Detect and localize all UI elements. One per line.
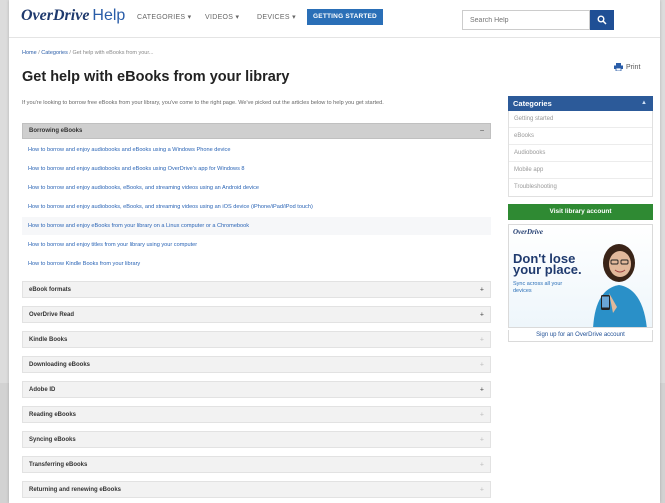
getting-started-button[interactable]: GETTING STARTED [307,9,383,25]
categories-header[interactable]: Categories ▲ [508,96,653,111]
expand-icon: + [479,361,484,368]
accordion-label: Reading eBooks [29,411,77,418]
categories-title: Categories [513,99,552,108]
expand-icon: + [479,436,484,443]
logo-help-text: Help [92,7,126,24]
category-item[interactable]: Audiobooks [509,145,652,162]
article-link[interactable]: How to borrow and enjoy audiobooks and e… [28,166,245,172]
print-label: Print [626,63,641,71]
accordion-label: Downloading eBooks [29,361,91,368]
article-link[interactable]: How to borrow Kindle Books from your lib… [28,261,140,267]
category-item[interactable]: Mobile app [509,162,652,179]
intro-text: If you're looking to borrow free eBooks … [22,100,384,106]
article-link[interactable]: How to borrow and enjoy audiobooks, eBoo… [28,204,313,210]
nav-devices[interactable]: DEVICES ▾ [257,13,296,21]
nav-videos[interactable]: VIDEOS ▾ [205,13,239,21]
accordion-label: OverDrive Read [29,311,75,318]
print-button[interactable]: Print [614,63,640,71]
accordion-label: Borrowing eBooks [29,128,83,134]
help-page: OverDrive Help CATEGORIES ▾ VIDEOS ▾ DEVI… [9,0,660,503]
signup-link[interactable]: Sign up for an OverDrive account [508,330,653,342]
accordion-label: Returning and renewing eBooks [29,486,122,493]
logo-brand: OverDrive [21,7,90,24]
collapse-icon: – [480,127,484,135]
article-link[interactable]: How to borrow and enjoy titles from your… [28,242,197,248]
accordion-kindle-books[interactable]: Kindle Books + [22,331,491,348]
accordion-overdrive-read[interactable]: OverDrive Read + [22,306,491,323]
printer-icon [614,63,623,71]
woman-with-phone-image [593,244,647,327]
accordion-borrowing-ebooks[interactable]: Borrowing eBooks – [22,123,491,139]
search-input[interactable] [462,10,590,30]
accordion-label: Syncing eBooks [29,436,76,443]
promo-ad[interactable]: OverDrive Don't lose your place. Sync ac… [508,224,653,328]
accordion-returning-renewing[interactable]: Returning and renewing eBooks + [22,481,491,498]
article-link[interactable]: How to borrow and enjoy audiobooks and e… [28,147,230,153]
expand-icon: + [479,486,484,493]
ad-brand: OverDrive [513,228,543,236]
ad-headline: Don't lose your place. [513,251,582,277]
overdrive-help-logo[interactable]: OverDrive Help [21,7,125,25]
article-link[interactable]: How to borrow and enjoy audiobooks, eBoo… [28,185,259,191]
accordion-adobe-id[interactable]: Adobe ID + [22,381,491,398]
category-item[interactable]: eBooks [509,128,652,145]
breadcrumb-home[interactable]: Home [22,50,37,56]
accordion-syncing-ebooks[interactable]: Syncing eBooks + [22,431,491,448]
accordion-label: eBook formats [29,286,72,293]
ad-subtext: Sync across all your devices [513,281,563,294]
site-header: OverDrive Help CATEGORIES ▾ VIDEOS ▾ DEVI… [9,0,660,38]
accordion-label: Transferring eBooks [29,461,88,468]
expand-icon: + [479,461,484,468]
categories-list: Getting started eBooks Audiobooks Mobile… [508,111,653,197]
expand-icon: + [479,386,484,393]
expand-icon: + [479,411,484,418]
accordion-reading-ebooks[interactable]: Reading eBooks + [22,406,491,423]
breadcrumb: Home / Categories / Get help with eBooks… [22,50,153,56]
search-button[interactable] [590,10,614,30]
accordion-label: Adobe ID [29,386,56,393]
category-item[interactable]: Getting started [509,111,652,128]
breadcrumb-categories[interactable]: Categories [41,50,68,56]
expand-icon: + [479,311,484,318]
visit-library-button[interactable]: Visit library account [508,204,653,220]
chevron-up-icon: ▲ [641,100,647,106]
accordion-transferring-ebooks[interactable]: Transferring eBooks + [22,456,491,473]
breadcrumb-current: Get help with eBooks from your... [72,50,154,56]
page-title: Get help with eBooks from your library [22,69,290,85]
accordion-downloading-ebooks[interactable]: Downloading eBooks + [22,356,491,373]
search-icon [597,15,607,25]
category-item[interactable]: Troubleshooting [509,179,652,196]
nav-categories[interactable]: CATEGORIES ▾ [137,13,191,21]
expand-icon: + [479,286,484,293]
expand-icon: + [479,336,484,343]
article-link[interactable]: How to borrow and enjoy eBooks from your… [28,223,249,229]
accordion-label: Kindle Books [29,336,68,343]
accordion-ebook-formats[interactable]: eBook formats + [22,281,491,298]
